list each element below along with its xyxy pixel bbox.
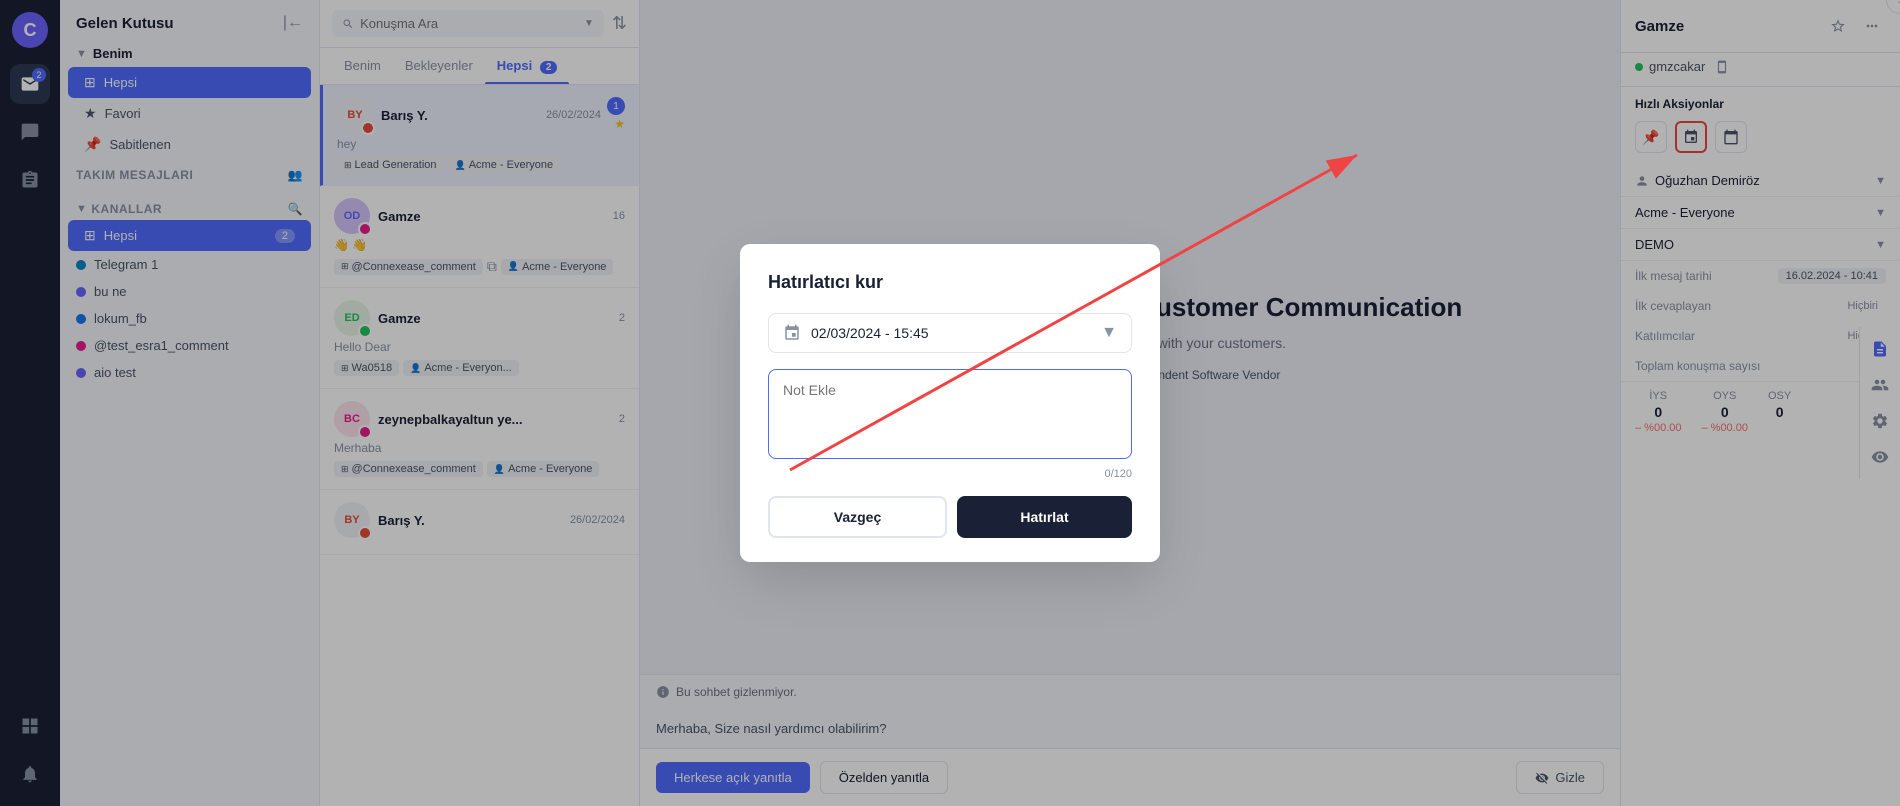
date-picker-chevron-icon: ▼ bbox=[1101, 324, 1117, 342]
modal-actions: Vazgeç Hatırlat bbox=[768, 496, 1132, 538]
note-textarea[interactable] bbox=[768, 369, 1132, 459]
textarea-counter: 0/120 bbox=[768, 468, 1132, 480]
cancel-button[interactable]: Vazgeç bbox=[768, 496, 947, 538]
modal-overlay[interactable]: Hatırlatıcı kur 02/03/2024 - 15:45 ▼ 0/1… bbox=[0, 0, 1900, 806]
modal-title: Hatırlatıcı kur bbox=[768, 272, 1132, 293]
confirm-button[interactable]: Hatırlat bbox=[957, 496, 1132, 538]
calendar-icon bbox=[783, 324, 801, 342]
date-value: 02/03/2024 - 15:45 bbox=[811, 325, 929, 341]
reminder-modal: Hatırlatıcı kur 02/03/2024 - 15:45 ▼ 0/1… bbox=[740, 244, 1160, 562]
date-picker-row[interactable]: 02/03/2024 - 15:45 ▼ bbox=[768, 313, 1132, 353]
